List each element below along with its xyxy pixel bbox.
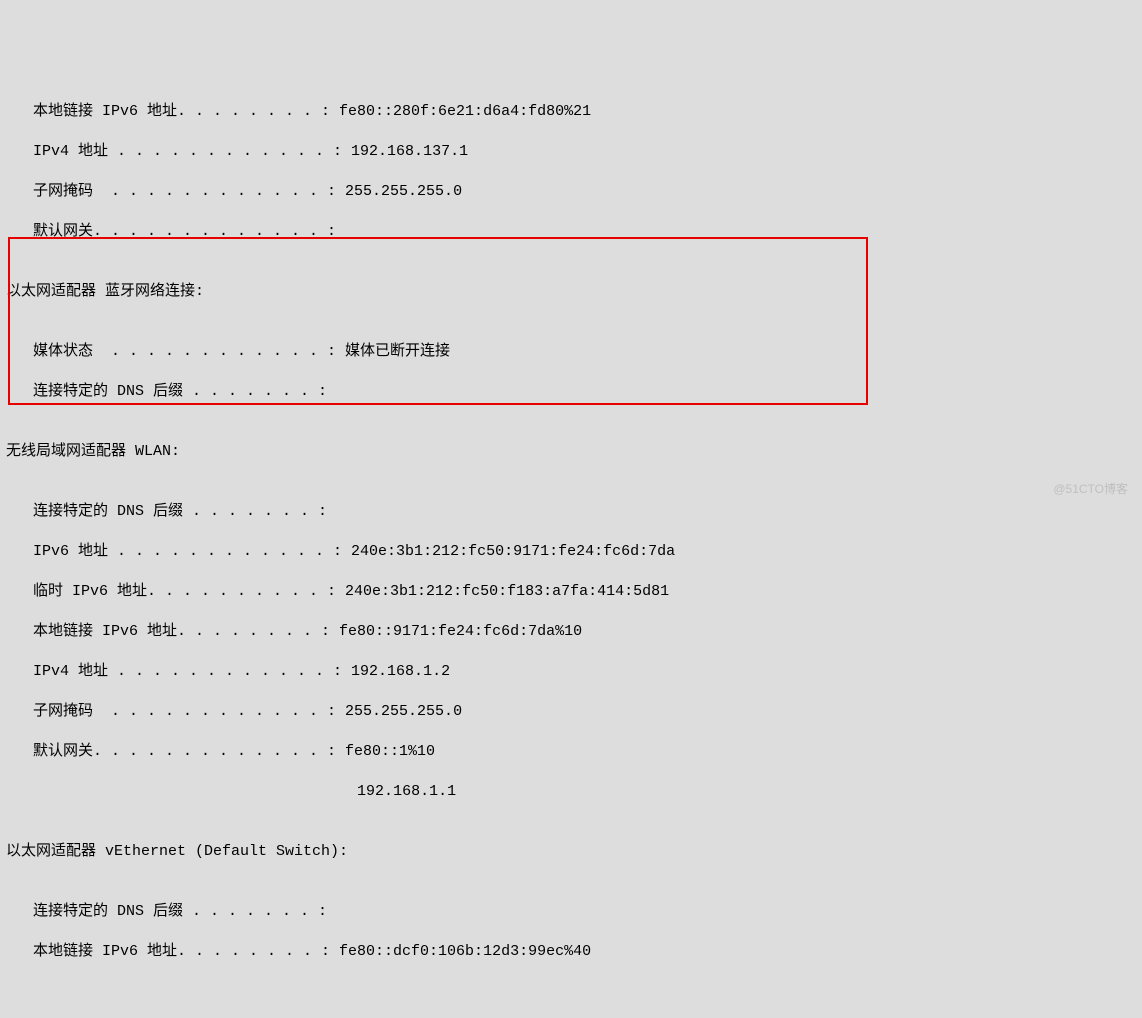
- watermark: @51CTO博客: [1053, 479, 1128, 499]
- line-subnet-mask: 子网掩码 . . . . . . . . . . . . : 255.255.2…: [6, 702, 1136, 722]
- line-local-link-ipv6: 本地链接 IPv6 地址. . . . . . . . : fe80::9171…: [6, 622, 1136, 642]
- line-default-gateway-2: 192.168.1.1: [6, 782, 1136, 802]
- line-ipv4-address: IPv4 地址 . . . . . . . . . . . . : 192.16…: [6, 662, 1136, 682]
- terminal-output[interactable]: 本地链接 IPv6 地址. . . . . . . . : fe80::280f…: [6, 82, 1136, 982]
- line-adapter-bluetooth: 以太网适配器 蓝牙网络连接:: [6, 282, 1136, 302]
- line-dns-suffix: 连接特定的 DNS 后缀 . . . . . . . :: [6, 902, 1136, 922]
- line-local-link-ipv6: 本地链接 IPv6 地址. . . . . . . . : fe80::dcf0…: [6, 942, 1136, 962]
- line-default-gateway: 默认网关. . . . . . . . . . . . . : fe80::1%…: [6, 742, 1136, 762]
- line-dns-suffix: 连接特定的 DNS 后缀 . . . . . . . :: [6, 382, 1136, 402]
- line-ipv6-address: IPv6 地址 . . . . . . . . . . . . : 240e:3…: [6, 542, 1136, 562]
- line-media-state: 媒体状态 . . . . . . . . . . . . : 媒体已断开连接: [6, 342, 1136, 362]
- line-default-gateway: 默认网关. . . . . . . . . . . . . :: [6, 222, 1136, 242]
- line-adapter-vethernet: 以太网适配器 vEthernet (Default Switch):: [6, 842, 1136, 862]
- line-ipv4-address: IPv4 地址 . . . . . . . . . . . . : 192.16…: [6, 142, 1136, 162]
- line-adapter-wlan: 无线局域网适配器 WLAN:: [6, 442, 1136, 462]
- line-temp-ipv6-address: 临时 IPv6 地址. . . . . . . . . . : 240e:3b1…: [6, 582, 1136, 602]
- line-subnet-mask: 子网掩码 . . . . . . . . . . . . : 255.255.2…: [6, 182, 1136, 202]
- line-local-link-ipv6: 本地链接 IPv6 地址. . . . . . . . : fe80::280f…: [6, 102, 1136, 122]
- line-dns-suffix: 连接特定的 DNS 后缀 . . . . . . . :: [6, 502, 1136, 522]
